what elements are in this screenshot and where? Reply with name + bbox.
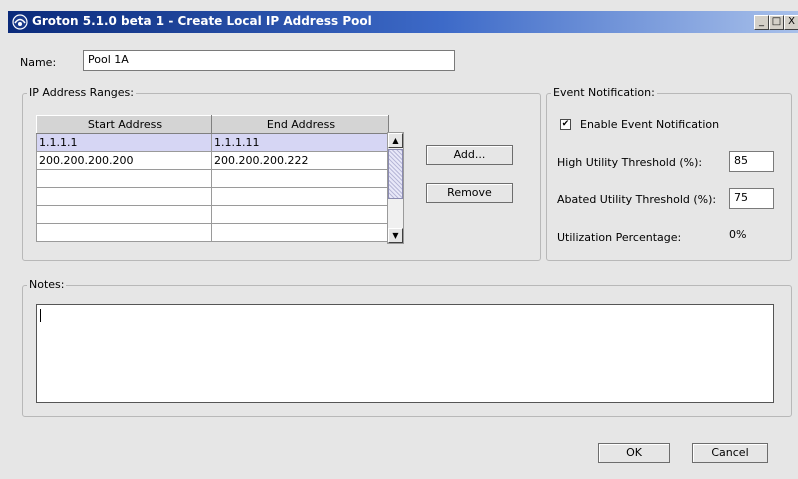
abated-threshold-label: Abated Utility Threshold (%): bbox=[557, 193, 717, 206]
cancel-button[interactable]: Cancel bbox=[692, 443, 768, 463]
high-threshold-label: High Utility Threshold (%): bbox=[557, 156, 703, 169]
remove-range-button[interactable]: Remove bbox=[426, 183, 513, 203]
end-address-cell[interactable]: 1.1.1.11 bbox=[211, 133, 389, 152]
utilization-label: Utilization Percentage: bbox=[557, 231, 682, 244]
notes-textarea[interactable] bbox=[36, 304, 774, 403]
abated-threshold-input[interactable]: 75 bbox=[729, 188, 774, 209]
scroll-down-arrow-icon[interactable]: ▼ bbox=[388, 228, 403, 243]
checkmark-icon: ✔ bbox=[561, 119, 570, 129]
maximize-button[interactable]: □ bbox=[769, 15, 784, 30]
app-icon bbox=[12, 14, 28, 30]
start-address-cell[interactable] bbox=[36, 169, 212, 188]
start-address-cell[interactable]: 200.200.200.200 bbox=[36, 151, 212, 170]
dialog-content: Name: Pool 1A IP Address Ranges: Start A… bbox=[8, 33, 798, 479]
name-input[interactable]: Pool 1A bbox=[83, 50, 455, 71]
minimize-button[interactable]: _ bbox=[754, 15, 769, 30]
ip-ranges-table: Start Address End Address 1.1.1.1 1.1.1.… bbox=[36, 115, 389, 242]
table-row[interactable] bbox=[36, 169, 389, 188]
event-notification-legend: Event Notification: bbox=[551, 86, 657, 99]
start-address-cell[interactable] bbox=[36, 187, 212, 206]
end-address-header[interactable]: End Address bbox=[211, 115, 389, 134]
ip-ranges-legend: IP Address Ranges: bbox=[27, 86, 136, 99]
ip-ranges-group: IP Address Ranges: Start Address End Add… bbox=[22, 86, 541, 261]
add-range-button[interactable]: Add... bbox=[426, 145, 513, 165]
start-address-cell[interactable] bbox=[36, 223, 212, 242]
table-row[interactable] bbox=[36, 205, 389, 224]
start-address-cell[interactable]: 1.1.1.1 bbox=[36, 133, 212, 152]
scroll-up-arrow-icon[interactable]: ▲ bbox=[388, 133, 403, 148]
table-row[interactable] bbox=[36, 223, 389, 242]
table-scrollbar[interactable]: ▲ ▼ bbox=[387, 132, 404, 244]
event-notification-group: Event Notification: ✔ Enable Event Notif… bbox=[546, 86, 792, 261]
close-button[interactable]: X bbox=[784, 15, 798, 30]
dialog-window: Groton 5.1.0 beta 1 - Create Local IP Ad… bbox=[0, 0, 798, 479]
table-row[interactable]: 1.1.1.1 1.1.1.11 bbox=[36, 133, 389, 152]
name-label: Name: bbox=[20, 56, 57, 69]
window-title: Groton 5.1.0 beta 1 - Create Local IP Ad… bbox=[32, 14, 372, 28]
enable-event-checkbox[interactable]: ✔ bbox=[560, 119, 571, 130]
high-threshold-input[interactable]: 85 bbox=[729, 151, 774, 172]
table-row[interactable] bbox=[36, 187, 389, 206]
end-address-cell[interactable] bbox=[211, 223, 389, 242]
notes-legend: Notes: bbox=[27, 278, 67, 291]
text-cursor bbox=[40, 309, 41, 322]
end-address-cell[interactable]: 200.200.200.222 bbox=[211, 151, 389, 170]
utilization-value: 0% bbox=[729, 228, 747, 241]
start-address-cell[interactable] bbox=[36, 205, 212, 224]
ok-button[interactable]: OK bbox=[598, 443, 670, 463]
table-row[interactable]: 200.200.200.200 200.200.200.222 bbox=[36, 151, 389, 170]
end-address-cell[interactable] bbox=[211, 169, 389, 188]
title-bar[interactable]: Groton 5.1.0 beta 1 - Create Local IP Ad… bbox=[8, 11, 798, 33]
start-address-header[interactable]: Start Address bbox=[36, 115, 212, 134]
enable-event-label: Enable Event Notification bbox=[580, 118, 720, 131]
scroll-thumb[interactable] bbox=[388, 149, 403, 199]
end-address-cell[interactable] bbox=[211, 187, 389, 206]
end-address-cell[interactable] bbox=[211, 205, 389, 224]
notes-group: Notes: bbox=[22, 278, 792, 417]
